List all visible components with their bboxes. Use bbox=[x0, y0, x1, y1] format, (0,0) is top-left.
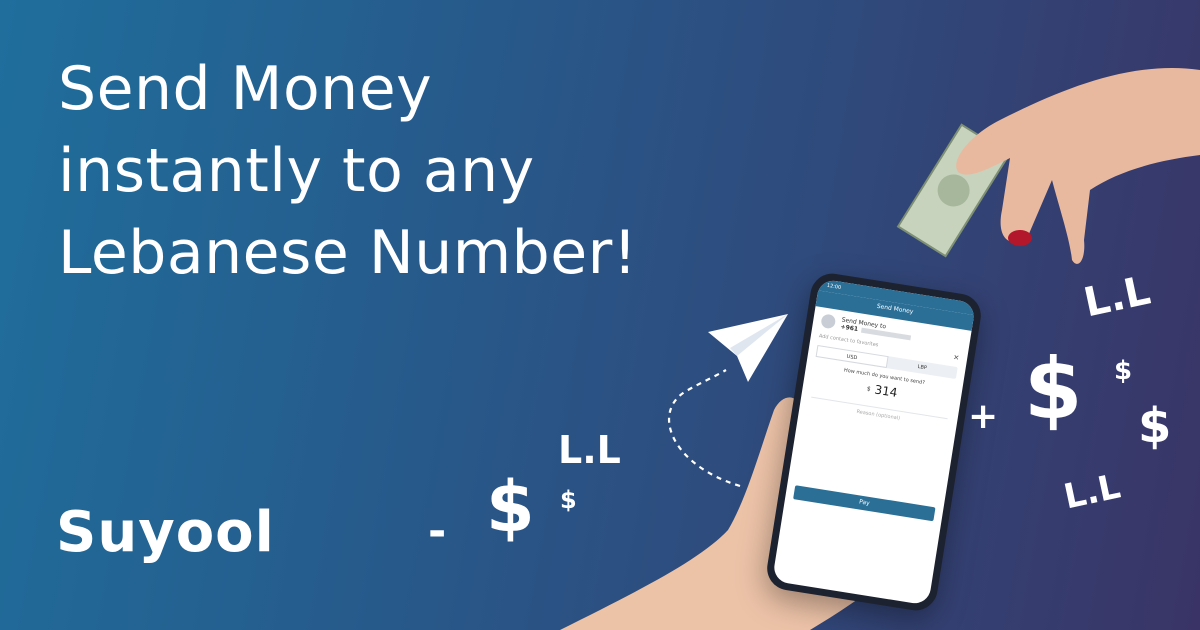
amount-value: 314 bbox=[873, 382, 899, 400]
dollar-symbol-small: $ bbox=[560, 486, 577, 514]
headline-line-3: Lebanese Number! bbox=[58, 218, 638, 288]
close-icon[interactable]: ✕ bbox=[953, 353, 960, 362]
country-code: +961 bbox=[840, 323, 859, 334]
brand-logo: Suyool bbox=[56, 496, 296, 586]
minus-symbol: - bbox=[428, 506, 447, 557]
lira-symbol: L.L bbox=[558, 428, 621, 472]
headline-line-1: Send Money bbox=[58, 54, 433, 124]
lira-symbol-bottom: L.L bbox=[1060, 466, 1124, 518]
brand-logo-text: Suyool bbox=[56, 500, 275, 565]
amount-currency: $ bbox=[866, 384, 872, 393]
headline: Send Money instantly to any Lebanese Num… bbox=[58, 48, 637, 294]
dollar-symbol-large: $ bbox=[1024, 340, 1083, 438]
headline-line-2: instantly to any bbox=[58, 136, 535, 206]
hand-top bbox=[956, 68, 1200, 264]
pay-button[interactable]: Pay bbox=[793, 485, 936, 522]
fingernail bbox=[1008, 230, 1032, 246]
paper-plane-shape bbox=[708, 314, 788, 382]
dollar-symbol-tiny: $ bbox=[1114, 356, 1133, 386]
plus-symbol: + bbox=[968, 396, 999, 437]
dollar-symbol: $ bbox=[486, 466, 535, 548]
avatar bbox=[820, 313, 837, 330]
hand-with-banknote bbox=[896, 68, 1200, 264]
dollar-symbol-right: $ bbox=[1138, 398, 1172, 454]
status-time: 12:00 bbox=[826, 282, 842, 291]
